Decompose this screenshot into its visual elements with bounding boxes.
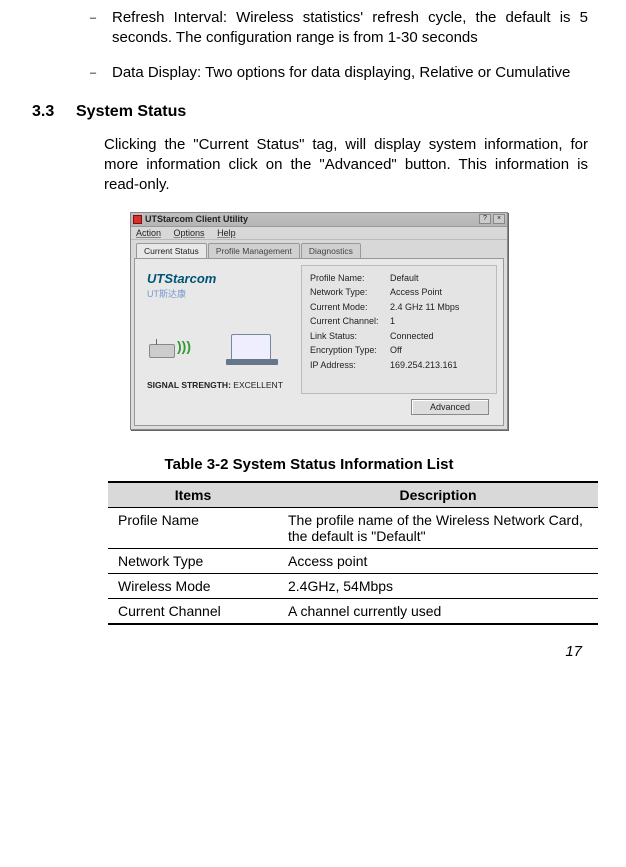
- tab-diagnostics[interactable]: Diagnostics: [301, 243, 361, 258]
- field-label: Network Type:: [310, 287, 390, 297]
- cell-item: Network Type: [108, 548, 278, 573]
- cell-item: Wireless Mode: [108, 573, 278, 598]
- field-label: Encryption Type:: [310, 345, 390, 355]
- dash-icon: –: [30, 8, 90, 49]
- dash-icon: –: [30, 63, 90, 83]
- table-row: Wireless Mode 2.4GHz, 54Mbps: [108, 573, 598, 598]
- field-value: 169.254.213.161: [390, 360, 488, 370]
- help-button[interactable]: ?: [479, 214, 491, 224]
- header-description: Description: [278, 482, 598, 508]
- signal-label: SIGNAL STRENGTH:: [147, 380, 231, 390]
- window-title: UTStarcom Client Utility: [145, 214, 479, 224]
- status-table: Items Description Profile Name The profi…: [108, 481, 598, 625]
- field-value: Off: [390, 345, 488, 355]
- app-window: UTStarcom Client Utility ? × Action Opti…: [130, 212, 508, 430]
- signal-value: EXCELLENT: [233, 380, 283, 390]
- advanced-row: Advanced: [141, 394, 497, 419]
- tab-profile-management[interactable]: Profile Management: [208, 243, 300, 258]
- table-caption: Table 3-2 System Status Information List: [30, 456, 588, 473]
- field-label: Link Status:: [310, 331, 390, 341]
- cell-item: Current Channel: [108, 598, 278, 624]
- tabbar: Current Status Profile Management Diagno…: [131, 240, 507, 258]
- close-button[interactable]: ×: [493, 214, 505, 224]
- connection-diagram: ))): [147, 314, 277, 374]
- cell-desc: A channel currently used: [278, 598, 598, 624]
- section-title: System Status: [76, 103, 588, 121]
- logo-text: UTStarcom: [147, 271, 297, 286]
- cell-desc: 2.4GHz, 54Mbps: [278, 573, 598, 598]
- table-row: Network Type Access point: [108, 548, 598, 573]
- bullet-list: – Refresh Interval: Wireless statistics'…: [30, 8, 588, 83]
- field-value: Connected: [390, 331, 488, 341]
- status-panel: UTStarcom UT斯达康 ))) SIGNAL STRENGTH: EXC…: [134, 258, 504, 426]
- field-label: Profile Name:: [310, 273, 390, 283]
- window-controls: ? ×: [479, 214, 505, 224]
- field-label: Current Mode:: [310, 302, 390, 312]
- section-heading: 3.3 System Status: [30, 103, 588, 121]
- header-items: Items: [108, 482, 278, 508]
- embedded-screenshot: UTStarcom Client Utility ? × Action Opti…: [130, 212, 588, 430]
- advanced-button[interactable]: Advanced: [411, 399, 489, 415]
- field-value: Access Point: [390, 287, 488, 297]
- titlebar: UTStarcom Client Utility ? ×: [131, 213, 507, 227]
- section-number: 3.3: [30, 103, 76, 121]
- field-label: Current Channel:: [310, 316, 390, 326]
- field-value: 1: [390, 316, 488, 326]
- menu-action[interactable]: Action: [136, 228, 161, 238]
- table-row: Current Channel A channel currently used: [108, 598, 598, 624]
- app-icon: [133, 215, 142, 224]
- signal-strength: SIGNAL STRENGTH: EXCELLENT: [147, 380, 297, 390]
- list-item: – Data Display: Two options for data dis…: [30, 63, 588, 83]
- cell-desc: Access point: [278, 548, 598, 573]
- laptop-icon: [231, 334, 271, 362]
- tab-current-status[interactable]: Current Status: [136, 243, 207, 258]
- document-page: – Refresh Interval: Wireless statistics'…: [0, 0, 626, 680]
- field-label: IP Address:: [310, 360, 390, 370]
- signal-waves-icon: ))): [177, 338, 191, 354]
- page-number: 17: [30, 643, 588, 660]
- bullet-text: Data Display: Two options for data displ…: [90, 63, 588, 83]
- bullet-text: Refresh Interval: Wireless statistics' r…: [90, 8, 588, 49]
- logo-subtext: UT斯达康: [147, 287, 297, 300]
- panel-left: UTStarcom UT斯达康 ))) SIGNAL STRENGTH: EXC…: [141, 265, 301, 394]
- menubar: Action Options Help: [131, 227, 507, 240]
- cell-desc: The profile name of the Wireless Network…: [278, 507, 598, 548]
- list-item: – Refresh Interval: Wireless statistics'…: [30, 8, 588, 49]
- cell-item: Profile Name: [108, 507, 278, 548]
- menu-options[interactable]: Options: [174, 228, 205, 238]
- table-row: Profile Name The profile name of the Wir…: [108, 507, 598, 548]
- menu-help[interactable]: Help: [217, 228, 236, 238]
- field-value: 2.4 GHz 11 Mbps: [390, 302, 488, 312]
- table-header-row: Items Description: [108, 482, 598, 508]
- field-value: Default: [390, 273, 488, 283]
- status-fields: Profile Name:Default Network Type:Access…: [301, 265, 497, 394]
- router-icon: [149, 344, 175, 358]
- section-paragraph: Clicking the "Current Status" tag, will …: [104, 135, 588, 196]
